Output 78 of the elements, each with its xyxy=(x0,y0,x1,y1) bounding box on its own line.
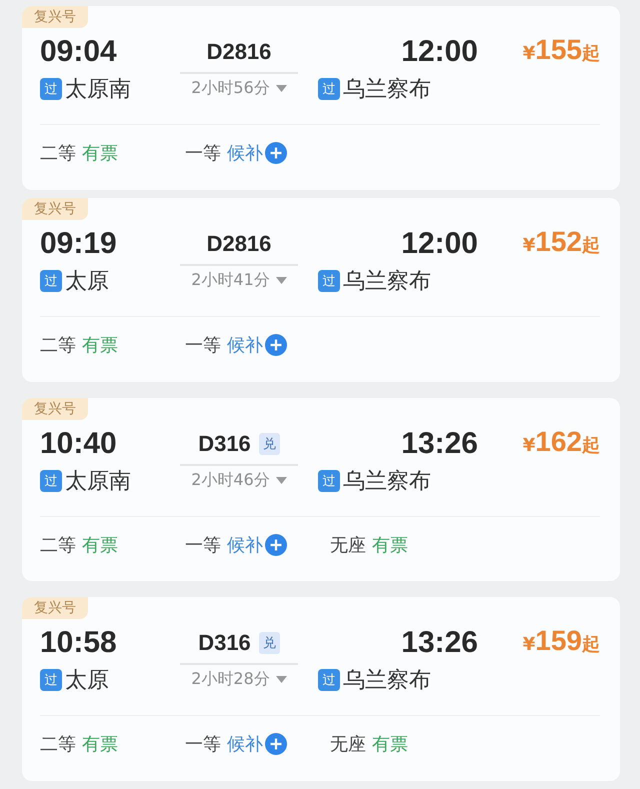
price-suffix: 起 xyxy=(582,434,600,456)
price-suffix: 起 xyxy=(582,234,600,257)
ticket-status: 候补 xyxy=(227,142,263,165)
train-card[interactable]: 复兴号 09:19 过 太原 D2816 2小时41分 12:00 过 乌兰察布 ¥152起 二等 有票 一等 候补 xyxy=(22,198,620,382)
train-type-badge: 复兴号 xyxy=(22,398,88,420)
departure-station: 太原 xyxy=(65,667,109,696)
departure-time: 10:40 xyxy=(40,426,118,462)
add-icon[interactable] xyxy=(265,142,287,164)
arrival-station: 乌兰察布 xyxy=(343,268,431,296)
pass-tag: 过 xyxy=(318,669,340,692)
ticket-status: 候补 xyxy=(227,534,263,556)
currency-symbol: ¥ xyxy=(522,434,536,456)
seat-class: 一等 xyxy=(185,142,221,165)
ticket-status: 候补 xyxy=(227,733,263,756)
price: 152 xyxy=(535,226,582,258)
pass-tag: 过 xyxy=(318,470,340,492)
ticket-status: 有票 xyxy=(372,534,408,556)
train-number: D2816 xyxy=(206,230,272,257)
caret-icon xyxy=(276,476,287,484)
train-number: D2816 xyxy=(206,39,272,65)
pass-tag: 过 xyxy=(40,270,62,292)
seat-class: 一等 xyxy=(185,334,221,357)
ticket-status: 有票 xyxy=(82,733,118,756)
departure-time: 09:04 xyxy=(40,34,118,70)
currency-symbol: ¥ xyxy=(522,43,536,64)
departure-station: 太原南 xyxy=(65,76,131,104)
currency-symbol: ¥ xyxy=(522,634,536,656)
arrival-station: 乌兰察布 xyxy=(343,667,431,696)
train-card[interactable]: 复兴号 09:04 过 太原南 D2816 2小时56分 12:00 过 乌兰察布 ¥155起 二等 有票 一等 候补 xyxy=(22,6,620,190)
add-icon[interactable] xyxy=(265,334,287,356)
train-type-badge: 复兴号 xyxy=(22,198,88,220)
seat-class: 二等 xyxy=(40,733,76,756)
caret-icon xyxy=(276,85,287,92)
redeem-badge: 兑 xyxy=(258,632,280,654)
arrival-time: 12:00 xyxy=(401,34,478,70)
train-number: D316 xyxy=(198,630,251,656)
seat-class: 无座 xyxy=(330,733,366,756)
add-icon[interactable] xyxy=(265,733,287,756)
add-icon[interactable] xyxy=(265,534,287,556)
price-suffix: 起 xyxy=(582,42,600,65)
train-card[interactable]: 复兴号 10:40 过 太原南 D316 兑 2小时46分 13:26 过 乌兰察布 ¥162起 二等 有票 一等 候补 无座 有票 xyxy=(22,398,620,582)
ticket-status: 有票 xyxy=(372,733,408,756)
seat-class: 无座 xyxy=(330,534,366,556)
arrival-time: 13:26 xyxy=(401,625,478,662)
ticket-status: 有票 xyxy=(82,534,118,556)
price-suffix: 起 xyxy=(582,633,600,656)
train-number: D316 xyxy=(198,430,251,456)
seat-class: 二等 xyxy=(40,142,76,165)
pass-tag: 过 xyxy=(318,270,340,292)
pass-tag: 过 xyxy=(318,78,340,100)
caret-icon xyxy=(276,276,287,284)
pass-tag: 过 xyxy=(40,78,62,100)
pass-tag: 过 xyxy=(40,470,62,492)
arrival-time: 13:26 xyxy=(401,426,478,462)
departure-time: 09:19 xyxy=(40,226,118,262)
train-type-badge: 复兴号 xyxy=(22,6,88,28)
arrival-time: 12:00 xyxy=(401,226,478,262)
ticket-status: 有票 xyxy=(82,142,118,165)
seat-class: 二等 xyxy=(40,534,76,556)
train-card[interactable]: 复兴号 10:58 过 太原 D316 兑 2小时28分 13:26 过 乌兰察布 ¥159起 二等 有票 一等 候补 无座 有票 xyxy=(22,597,620,781)
departure-station: 太原 xyxy=(65,268,109,296)
price: 162 xyxy=(535,426,582,458)
redeem-badge: 兑 xyxy=(258,432,280,454)
train-type-badge: 复兴号 xyxy=(22,597,88,620)
price: 159 xyxy=(535,625,582,658)
seat-class: 二等 xyxy=(40,334,76,357)
pass-tag: 过 xyxy=(40,669,62,692)
caret-icon xyxy=(276,676,287,684)
arrival-station: 乌兰察布 xyxy=(343,76,431,104)
price: 155 xyxy=(535,34,582,66)
arrival-station: 乌兰察布 xyxy=(343,468,431,496)
ticket-status: 有票 xyxy=(82,334,118,357)
seat-class: 一等 xyxy=(185,534,221,556)
departure-station: 太原南 xyxy=(65,468,131,496)
departure-time: 10:58 xyxy=(40,625,118,662)
ticket-status: 候补 xyxy=(227,334,263,357)
seat-class: 一等 xyxy=(185,733,221,756)
currency-symbol: ¥ xyxy=(522,234,536,256)
